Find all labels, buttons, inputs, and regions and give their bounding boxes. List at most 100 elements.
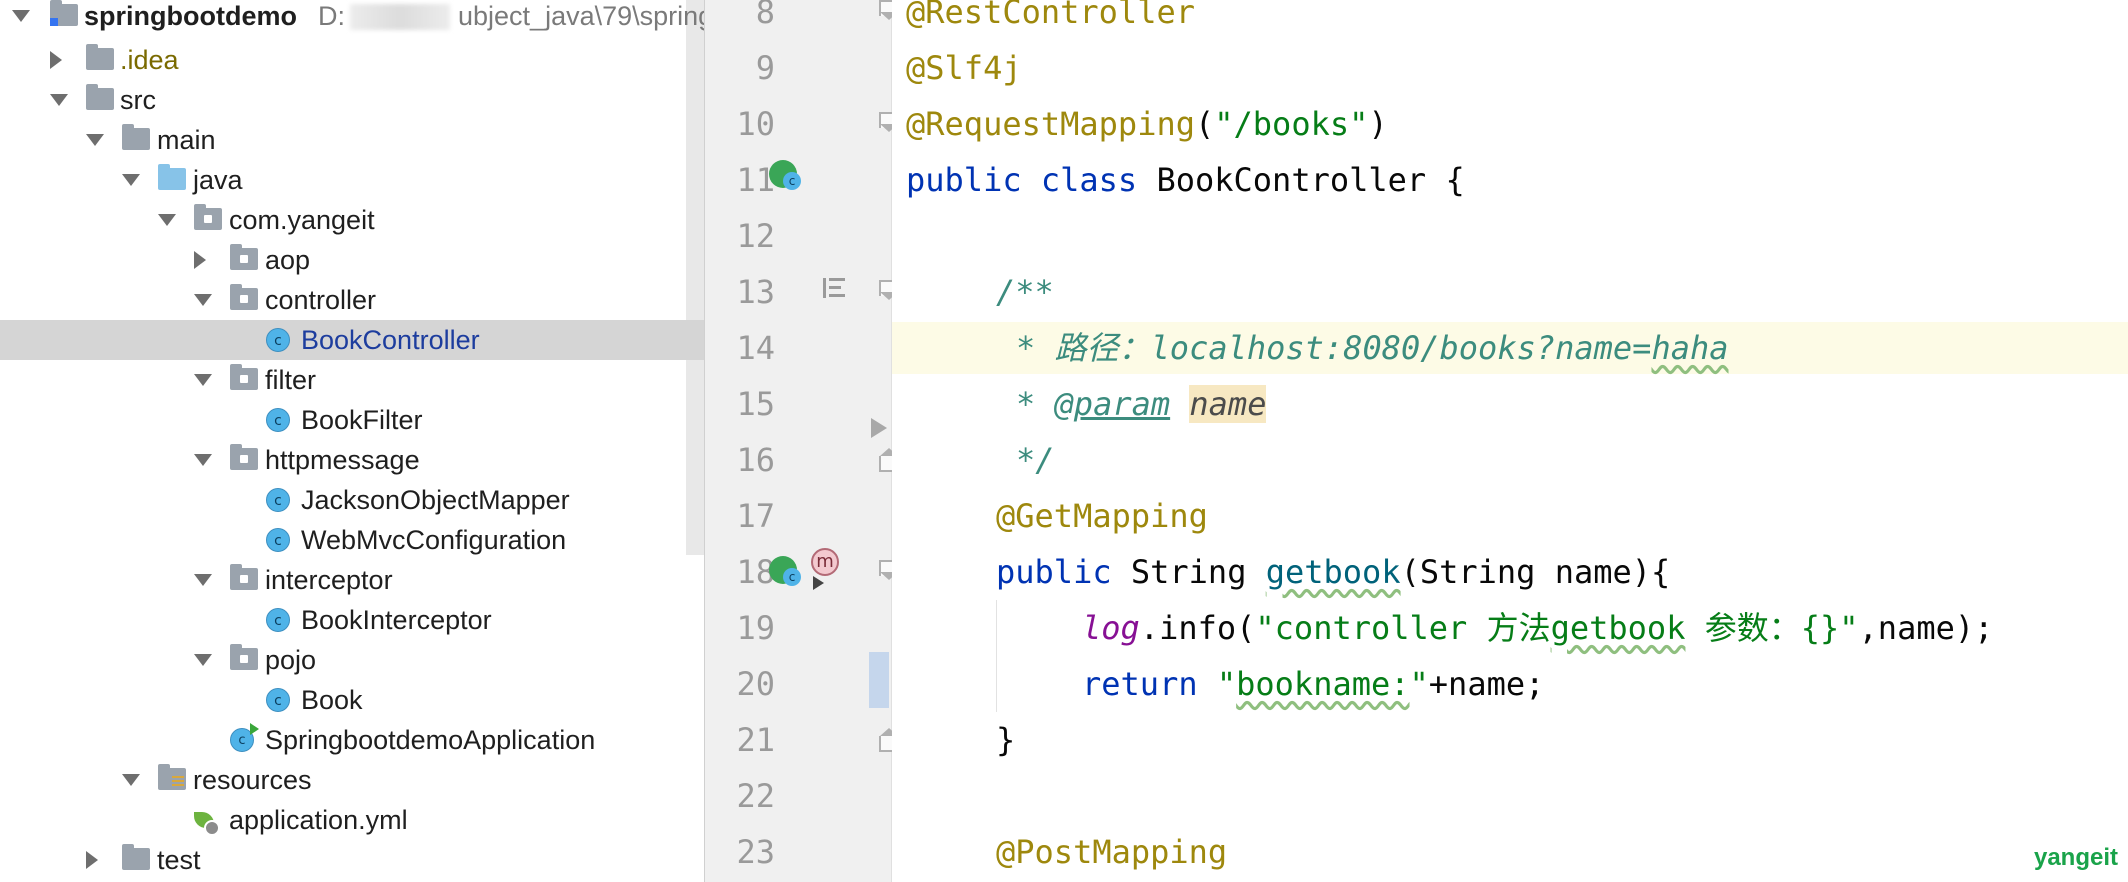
line-number: 20 [736,665,775,703]
navigate-arrow-icon[interactable] [813,576,824,590]
chevron-down-icon[interactable] [194,294,212,306]
code-line-19[interactable]: log.info("controller 方法getbook 参数：{}",na… [1082,600,1993,656]
chevron-down-icon[interactable] [12,10,30,22]
chevron-right-icon[interactable] [194,251,206,269]
doc-comment-token: * [1016,385,1055,423]
code-line-15[interactable]: * @param name [1016,376,1267,432]
module-folder-icon [50,0,78,26]
code-line-16[interactable]: */ [1016,432,1055,488]
tree-item-label: WebMvcConfiguration [301,525,567,555]
tree-item-label: java [193,165,243,195]
tree-row-root[interactable]: springbootdemo D: ubject_java\79\spring [0,0,704,36]
tree-item-label: resources [193,765,312,795]
line-number: 19 [736,609,775,647]
tree-item-label: httpmessage [265,445,420,475]
play-marker-icon [871,418,887,438]
keyword-token: public [906,161,1022,199]
redacted-path [350,4,450,30]
tree-row-jacksonobjectmapper[interactable]: c JacksonObjectMapper [0,480,704,520]
tree-row-resources[interactable]: resources [0,760,704,800]
code-line-11[interactable]: public class BookController { [906,152,1465,208]
doc-render-icon[interactable] [823,278,845,298]
tree-row-src[interactable]: src [0,80,704,120]
annotation-token: @GetMapping [996,497,1208,535]
tree-row-aop[interactable]: aop [0,240,704,280]
tree-row-main[interactable]: main [0,120,704,160]
field-token: log [1082,609,1140,647]
tree-item-label: src [120,85,156,115]
line-number: 17 [736,497,775,535]
code-line-21[interactable]: } [996,712,1015,768]
chevron-down-icon[interactable] [194,574,212,586]
punctuation-token: ,name); [1858,609,1994,647]
tree-item-label: application.yml [229,805,408,835]
tree-row-application-yml[interactable]: application.yml [0,800,704,840]
chevron-down-icon[interactable] [194,454,212,466]
chevron-right-icon[interactable] [50,51,62,69]
class-icon: c [266,688,290,712]
tree-item-label: BookInterceptor [301,605,492,635]
code-line-17[interactable]: @GetMapping [996,488,1208,544]
params-token: (String name){ [1400,553,1671,591]
code-line-8[interactable]: @RestController [906,0,1195,40]
folder-icon [86,84,114,110]
chevron-right-icon[interactable] [86,851,98,869]
folder-icon [122,844,150,870]
line-number: 11 [736,161,775,199]
tree-row-pojo[interactable]: pojo [0,640,704,680]
class-icon: c [266,328,290,352]
spring-bean-icon[interactable] [769,160,801,190]
spring-endpoint-icon[interactable] [769,556,801,586]
tree-row-httpmessage[interactable]: httpmessage [0,440,704,480]
chevron-down-icon[interactable] [194,654,212,666]
tree-row-bookfilter[interactable]: c BookFilter [0,400,704,440]
chevron-down-icon[interactable] [50,94,68,106]
tree-row-interceptor[interactable]: interceptor [0,560,704,600]
indent-guide [996,600,997,712]
code-line-14[interactable]: * 路径：localhost:8080/books?name=haha [1016,320,1729,376]
code-line-18[interactable]: public String getbook(String name){ [996,544,1670,600]
tree-root-path-prefix: D: [318,1,345,31]
tree-item-label: pojo [265,645,317,675]
tree-item-label: test [157,845,201,875]
annotation-token: @PostMapping [996,833,1228,871]
tree-row-springbootdemoapplication[interactable]: c SpringbootdemoApplication [0,720,704,760]
code-editor[interactable]: @RestController @Slf4j @RequestMapping("… [892,0,2128,882]
chevron-down-icon[interactable] [158,214,176,226]
chevron-down-icon[interactable] [122,774,140,786]
tree-item-label: BookFilter [301,405,423,435]
code-line-13[interactable]: /** [996,264,1054,320]
tree-row-com-yangeit[interactable]: com.yangeit [0,200,704,240]
chevron-down-icon[interactable] [194,374,212,386]
paren-token: ) [1368,105,1388,143]
tree-row-bookcontroller[interactable]: c BookController [0,320,704,360]
ide-window: springbootdemo D: ubject_java\79\spring … [0,0,2128,882]
tree-row-java[interactable]: java [0,160,704,200]
class-declaration-token: BookController { [1156,161,1465,199]
code-line-10[interactable]: @RequestMapping("/books") [906,96,1388,152]
vcs-change-marker[interactable] [869,652,889,708]
tree-row-idea[interactable]: .idea [0,40,704,80]
tree-row-controller[interactable]: controller [0,280,704,320]
tree-row-book[interactable]: c Book [0,680,704,720]
tree-item-label: interceptor [265,565,393,595]
code-line-20[interactable]: return "bookname:"+name; [1082,656,1544,712]
tree-row-filter[interactable]: filter [0,360,704,400]
tree-row-webmvcconfiguration[interactable]: c WebMvcConfiguration [0,520,704,560]
tree-row-test[interactable]: test [0,840,704,880]
string-token: " [1216,665,1237,703]
code-line-23[interactable]: @PostMapping [996,824,1227,880]
package-icon [230,444,258,470]
tree-row-bookinterceptor[interactable]: c BookInterceptor [0,600,704,640]
chevron-down-icon[interactable] [122,174,140,186]
spring-boot-app-icon: c [230,723,259,752]
tree-item-label: .idea [120,45,179,75]
chevron-down-icon[interactable] [86,134,104,146]
project-tree-panel[interactable]: springbootdemo D: ubject_java\79\spring … [0,0,705,882]
method-icon[interactable]: m [811,548,839,576]
editor-gutter[interactable]: 8 9 10 11 12 13 14 15 16 17 18 19 20 21 … [705,0,901,882]
folder-icon [122,124,150,150]
code-line-9[interactable]: @Slf4j [906,40,1022,96]
class-icon: c [266,408,290,432]
annotation-token: @RequestMapping [906,105,1195,143]
